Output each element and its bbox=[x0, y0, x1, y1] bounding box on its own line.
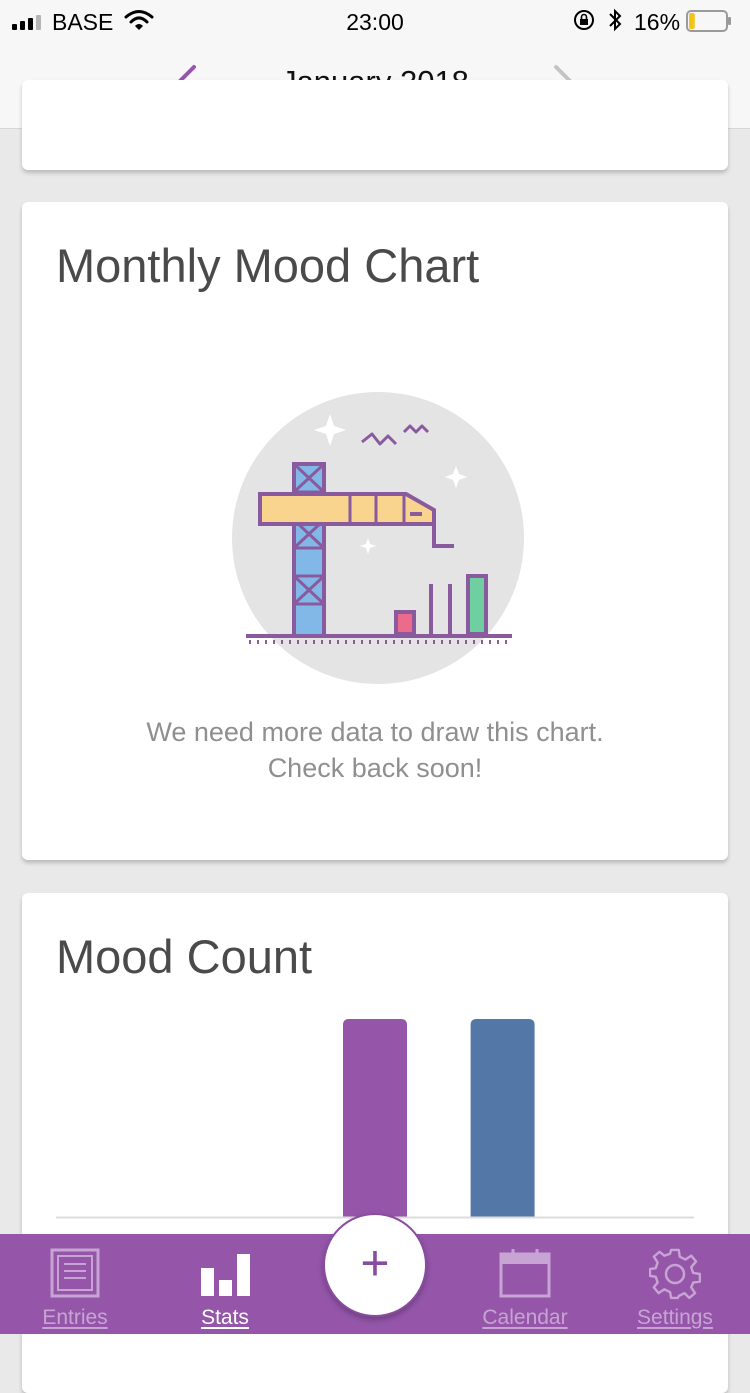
tab-calendar[interactable]: Calendar bbox=[450, 1234, 600, 1334]
tab-settings[interactable]: Settings bbox=[600, 1234, 750, 1334]
tab-label: Entries bbox=[42, 1306, 108, 1329]
calendar-icon bbox=[499, 1249, 551, 1298]
tab-entries[interactable]: Entries bbox=[0, 1234, 150, 1334]
empty-message-line1: We need more data to draw this chart. bbox=[146, 717, 604, 747]
rotation-lock-icon bbox=[574, 10, 594, 30]
previous-card bbox=[22, 80, 728, 170]
tab-label: Stats bbox=[201, 1306, 249, 1329]
tab-stats[interactable]: Stats bbox=[150, 1234, 300, 1334]
tab-label: Calendar bbox=[482, 1306, 568, 1329]
monthly-mood-chart-card: Monthly Mood Chart We need more data to … bbox=[22, 202, 728, 860]
empty-chart-message: We need more data to draw this chart. Ch… bbox=[22, 714, 728, 786]
entries-list-icon bbox=[50, 1248, 100, 1298]
mood-count-chart bbox=[56, 1011, 694, 1223]
chart-bar bbox=[470, 1019, 535, 1217]
battery-icon bbox=[686, 10, 731, 32]
stats-bar-icon bbox=[201, 1254, 250, 1296]
chart-bar bbox=[343, 1019, 407, 1217]
add-entry-button[interactable]: + bbox=[323, 1213, 427, 1317]
card-title: Mood Count bbox=[56, 930, 313, 983]
bluetooth-icon bbox=[609, 8, 622, 32]
empty-message-line2: Check back soon! bbox=[267, 753, 483, 783]
battery-percent: 16% bbox=[634, 9, 681, 35]
crane-construction-icon bbox=[232, 392, 524, 684]
mood-count-bars bbox=[56, 1019, 694, 1219]
status-bar: BASE 23:00 16% bbox=[0, 0, 750, 42]
gear-icon bbox=[649, 1248, 701, 1300]
tab-label: Settings bbox=[637, 1306, 713, 1329]
plus-icon: + bbox=[360, 1235, 390, 1291]
card-title: Monthly Mood Chart bbox=[56, 239, 480, 292]
